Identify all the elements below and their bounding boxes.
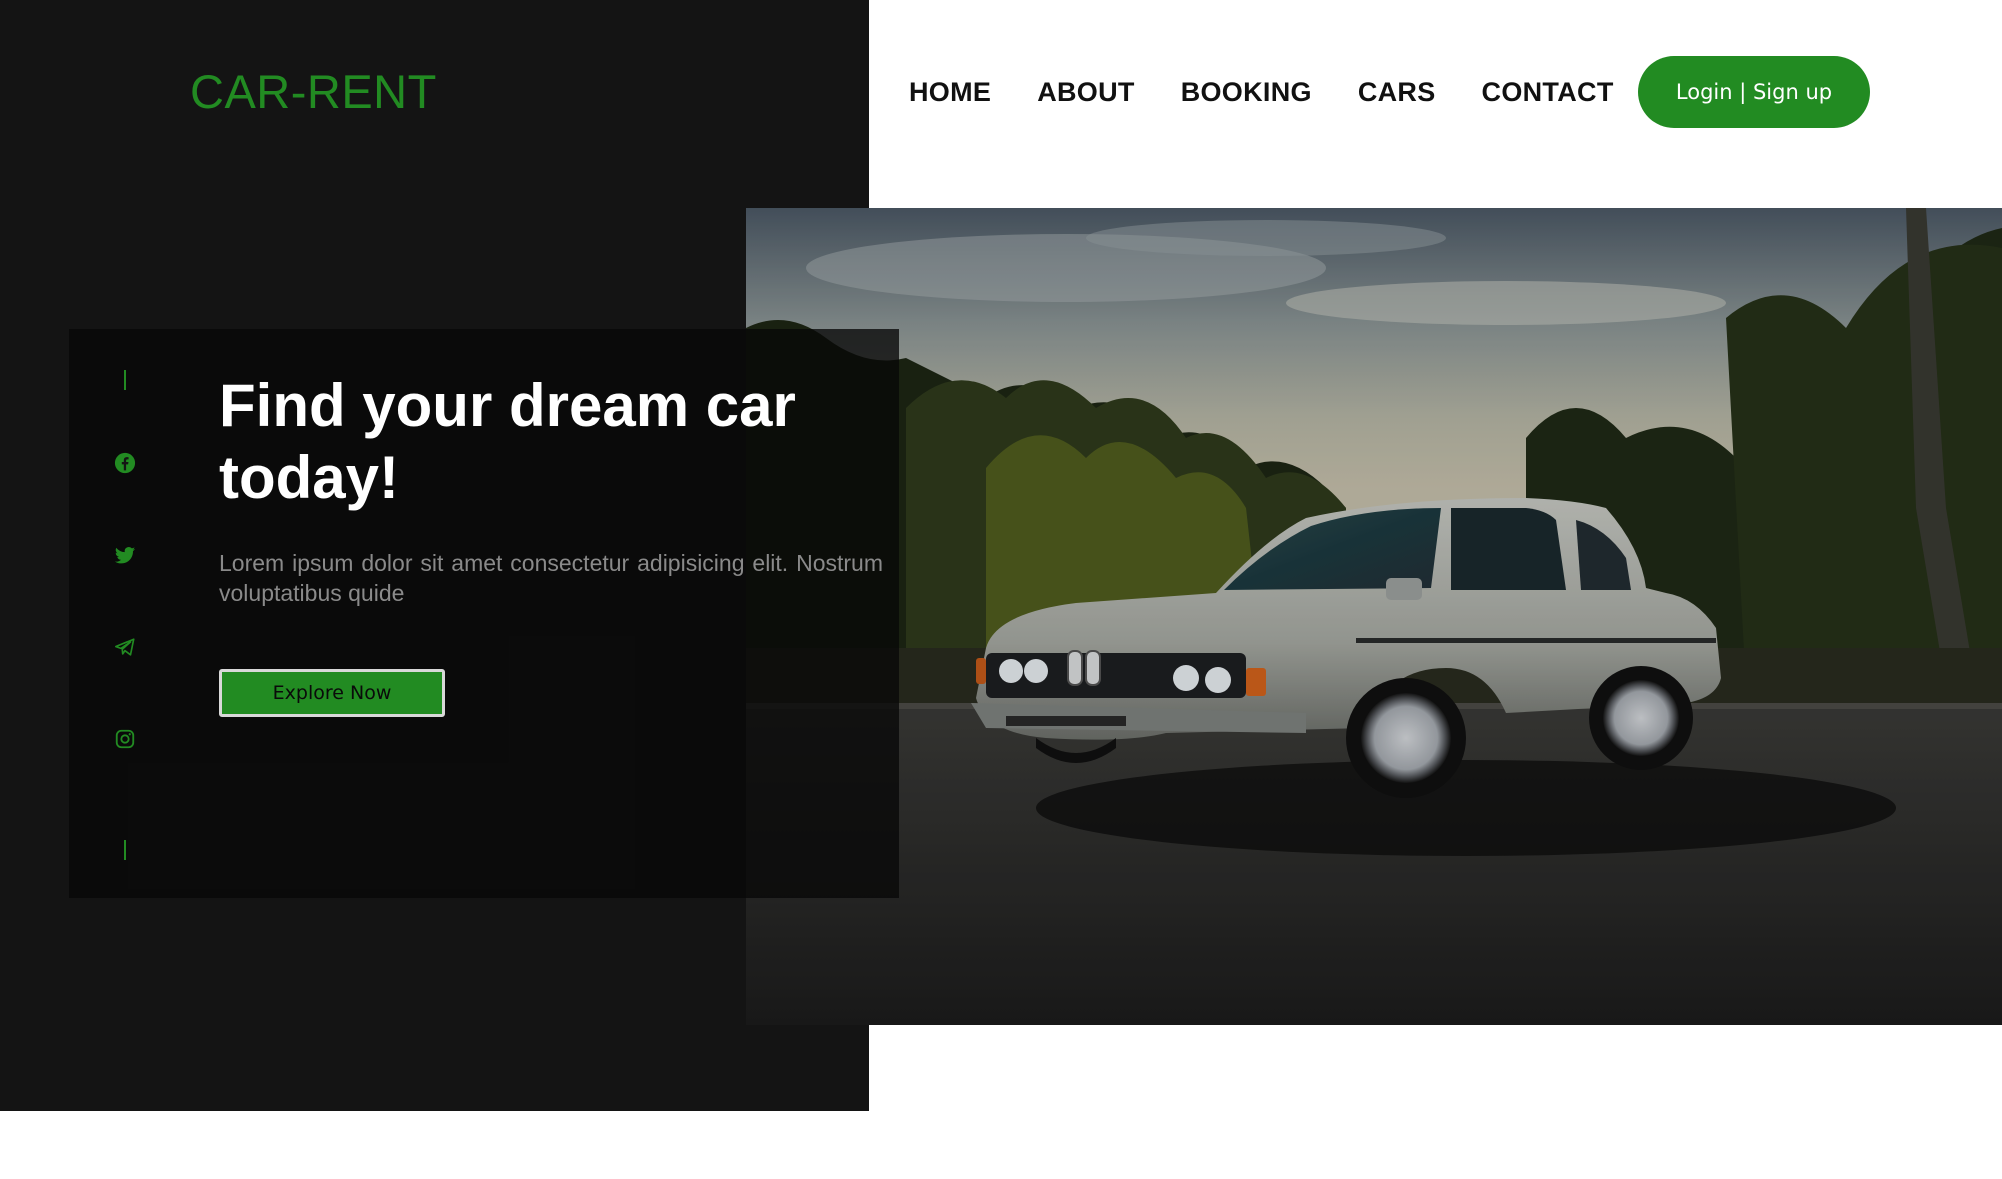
hero-headline: Find your dream car today! <box>219 372 796 511</box>
explore-now-button[interactable]: Explore Now <box>219 669 445 717</box>
nav-contact[interactable]: CONTACT <box>1482 77 1614 108</box>
nav-booking[interactable]: BOOKING <box>1181 77 1312 108</box>
hero-car-image <box>746 208 2002 1025</box>
nav-about[interactable]: ABOUT <box>1037 77 1135 108</box>
landing-page: CAR-RENT HOME ABOUT BOOKING CARS CONTACT… <box>0 0 2002 1179</box>
telegram-icon[interactable] <box>114 636 136 658</box>
login-signup-button[interactable]: Login | Sign up <box>1638 56 1870 128</box>
twitter-icon[interactable] <box>114 544 136 566</box>
social-divider-top <box>124 370 126 390</box>
nav-home[interactable]: HOME <box>909 77 991 108</box>
nav-cars[interactable]: CARS <box>1358 77 1436 108</box>
social-divider-bottom <box>124 840 126 860</box>
social-links <box>100 360 150 870</box>
main-nav: HOME ABOUT BOOKING CARS CONTACT <box>909 56 1660 128</box>
instagram-icon[interactable] <box>114 728 136 750</box>
hero-description: Lorem ipsum dolor sit amet consectetur a… <box>219 550 883 606</box>
site-logo[interactable]: CAR-RENT <box>190 64 437 120</box>
facebook-icon[interactable] <box>114 452 136 474</box>
